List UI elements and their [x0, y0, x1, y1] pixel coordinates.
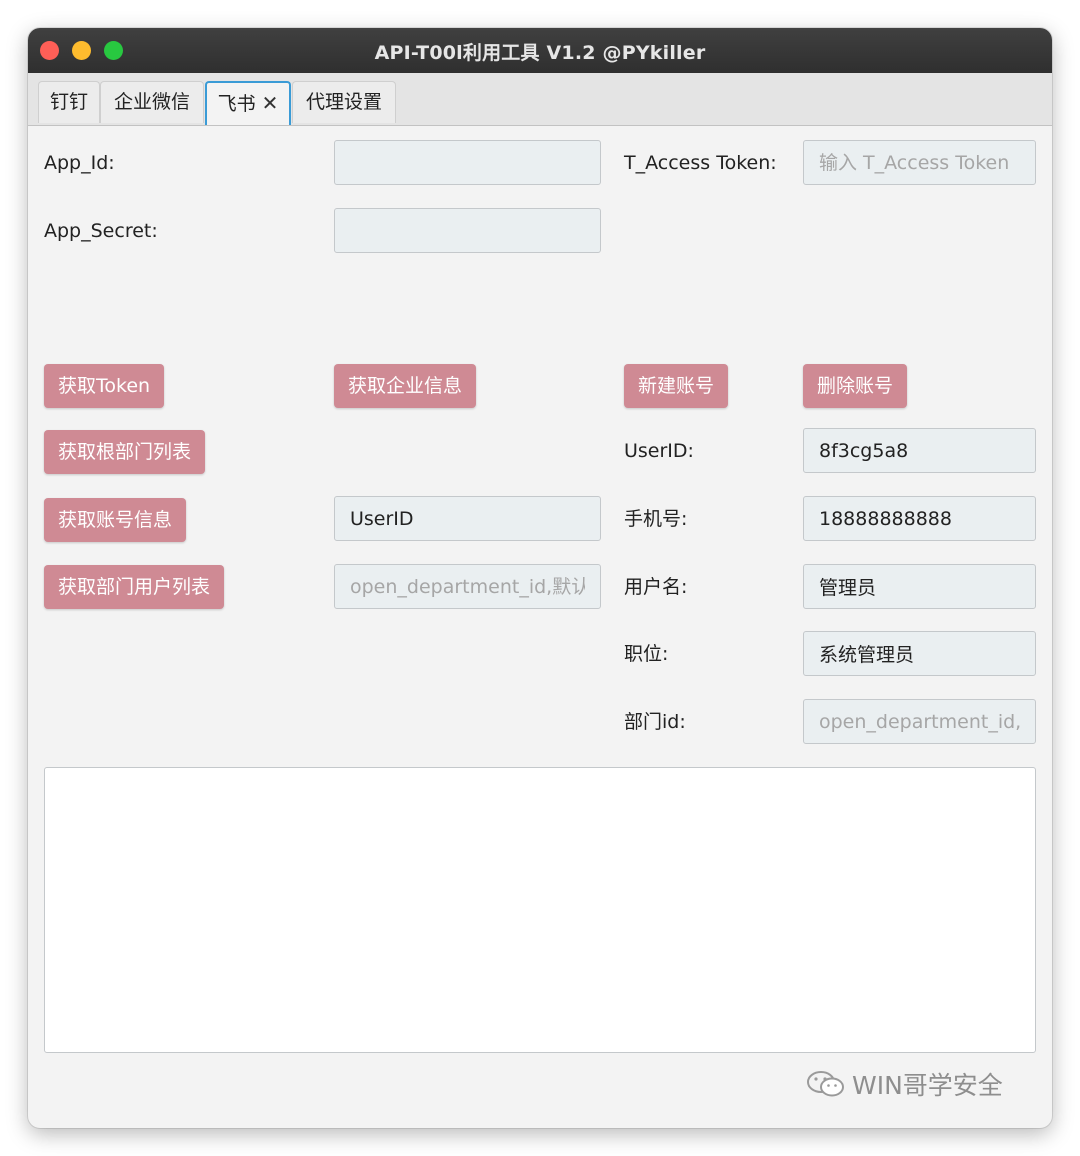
- tab-wecom[interactable]: 企业微信: [100, 81, 204, 123]
- tab-label: 企业微信: [113, 91, 190, 113]
- output-textarea[interactable]: [44, 767, 1036, 1053]
- position-input[interactable]: [803, 631, 1036, 676]
- username-input[interactable]: [803, 564, 1036, 609]
- tab-dingtalk[interactable]: 钉钉: [38, 81, 100, 123]
- user-id-input[interactable]: [803, 428, 1036, 473]
- window-title: API-T00l利用工具 V1.2 @PYkiller: [374, 42, 706, 64]
- tab-proxy-settings[interactable]: 代理设置: [292, 81, 396, 123]
- app-id-input[interactable]: [334, 140, 601, 185]
- close-icon[interactable]: ✕: [262, 91, 279, 115]
- tab-feishu[interactable]: 飞书 ✕: [205, 81, 291, 125]
- watermark: WIN哥学安全: [806, 1066, 1003, 1102]
- tab-label: 钉钉: [49, 91, 88, 113]
- position-label: 职位:: [624, 643, 669, 665]
- account-userid-input[interactable]: [334, 496, 601, 541]
- title-bar[interactable]: API-T00l利用工具 V1.2 @PYkiller: [28, 28, 1052, 73]
- dept-id-input[interactable]: [803, 699, 1036, 744]
- new-account-button[interactable]: 新建账号: [624, 364, 729, 408]
- app-id-label: App_Id:: [44, 152, 115, 174]
- dept-id-label: 部门id:: [624, 711, 686, 733]
- get-token-button[interactable]: 获取Token: [44, 364, 165, 408]
- dept-user-id-input[interactable]: [334, 564, 601, 609]
- t-access-token-label: T_Access Token:: [624, 152, 777, 174]
- t-access-token-input[interactable]: [803, 140, 1036, 185]
- username-label: 用户名:: [624, 576, 688, 598]
- delete-account-button[interactable]: 删除账号: [803, 364, 908, 408]
- app-secret-input[interactable]: [334, 208, 601, 253]
- wechat-icon: [807, 1071, 844, 1097]
- get-company-info-button[interactable]: 获取企业信息: [334, 364, 477, 408]
- get-dept-user-list-button[interactable]: 获取部门用户列表: [44, 565, 225, 609]
- get-root-dept-list-button[interactable]: 获取根部门列表: [44, 430, 206, 474]
- app-secret-label: App_Secret:: [44, 220, 158, 242]
- get-account-info-button[interactable]: 获取账号信息: [44, 498, 187, 542]
- app-window: API-T00l利用工具 V1.2 @PYkiller 钉钉 企业微信 飞书 ✕ …: [28, 28, 1052, 1128]
- tab-bar: 钉钉 企业微信 飞书 ✕ 代理设置: [28, 73, 1052, 126]
- phone-input[interactable]: [803, 496, 1036, 541]
- tab-label: 代理设置: [305, 91, 382, 113]
- user-id-label: UserID:: [624, 440, 694, 462]
- tab-label: 飞书: [217, 93, 256, 115]
- phone-label: 手机号:: [624, 508, 688, 530]
- watermark-text: WIN哥学安全: [852, 1071, 1003, 1100]
